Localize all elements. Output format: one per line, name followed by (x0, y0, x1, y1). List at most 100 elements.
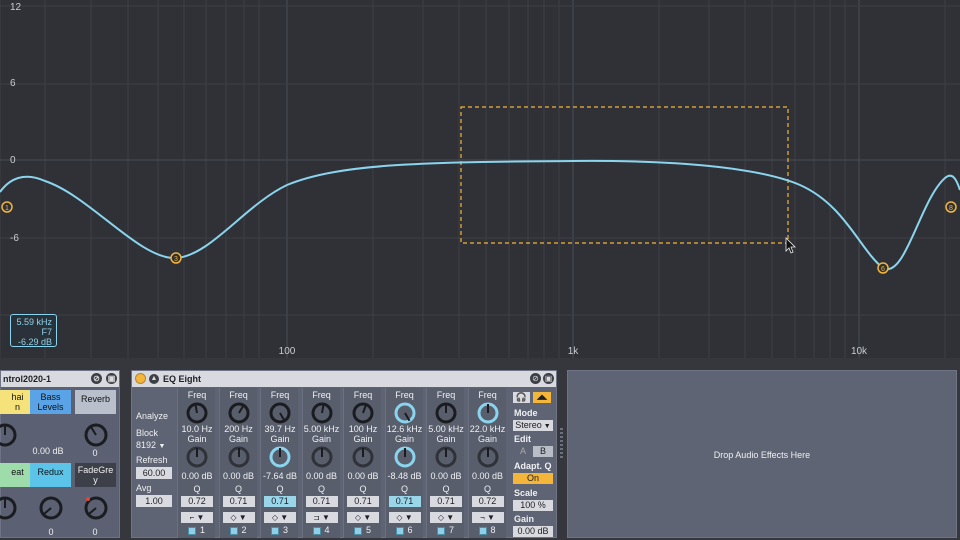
band-q-label: Q (234, 484, 242, 494)
rack-title-bar[interactable]: ntrol2020-1 ⊘ ▣ (1, 371, 119, 387)
rack-macro-knob-4[interactable] (0, 495, 18, 521)
band-enable-checkbox[interactable] (478, 527, 487, 535)
save-preset-icon[interactable]: ▣ (543, 373, 554, 384)
band-gain-label: Gain (394, 434, 414, 444)
band-freq-knob[interactable] (310, 401, 334, 425)
edit-b-button[interactable]: B (533, 446, 553, 457)
device-chain: ntrol2020-1 ⊘ ▣ hai n Bass Levels Reverb… (0, 358, 960, 540)
band-gain-knob[interactable] (434, 445, 458, 469)
fold-triangle-icon[interactable]: ▲ (149, 374, 159, 384)
band-number: 4 (324, 525, 330, 535)
edit-a-button[interactable]: A (513, 446, 533, 457)
hot-swap-icon[interactable]: ⊘ (530, 373, 541, 384)
band-gain-knob[interactable] (393, 445, 417, 469)
device-divider-handle[interactable] (560, 428, 563, 458)
band-q-field[interactable]: 0.71 (430, 496, 462, 507)
refresh-field[interactable]: 60.00 (136, 467, 172, 479)
band-freq-knob[interactable] (434, 401, 458, 425)
band-gain-knob[interactable] (351, 445, 375, 469)
band-filter-type-select[interactable]: ⊐ ▼ (305, 512, 338, 523)
band-number: 1 (200, 525, 206, 535)
band-7: Freq 5.00 kHz Gain 0.00 dB Q 0.71 ◇ ▼ 7 (426, 388, 464, 538)
drum-rack-device: ntrol2020-1 ⊘ ▣ hai n Bass Levels Reverb… (0, 370, 120, 538)
band-gain-knob[interactable] (185, 445, 209, 469)
band-gain-knob[interactable] (268, 445, 292, 469)
band-filter-type-select[interactable]: ¬ ▼ (471, 512, 504, 523)
rack-macro-knob-1[interactable] (0, 422, 18, 448)
device-title: EQ Eight (163, 374, 201, 384)
band-enable-checkbox[interactable] (312, 527, 321, 535)
band-freq-knob[interactable] (393, 401, 417, 425)
avg-field[interactable]: 1.00 (136, 495, 172, 507)
band-filter-type-select[interactable]: ◇ ▼ (347, 512, 379, 523)
output-gain-label: Gain (514, 514, 535, 524)
eq-title-bar[interactable]: ▲ EQ Eight ⊘ ▣ (132, 371, 556, 387)
band-freq-knob[interactable] (351, 401, 375, 425)
band-filter-type-select[interactable]: ◇ ▼ (430, 512, 462, 523)
band-freq-knob[interactable] (185, 401, 209, 425)
hot-swap-icon[interactable]: ⊘ (91, 373, 102, 384)
mode-select[interactable]: Stereo ▼ (513, 420, 553, 431)
band-freq-knob[interactable] (268, 401, 292, 425)
headphone-icon[interactable]: 🎧 (513, 392, 530, 403)
pad-fadegrey[interactable]: FadeGre y (75, 463, 116, 487)
band-enable-checkbox[interactable] (271, 527, 279, 535)
scale-label: Scale (514, 488, 538, 498)
band-freq-knob[interactable] (227, 401, 251, 425)
analyze-label[interactable]: Analyze (136, 411, 168, 421)
band-node-8[interactable]: 8 (945, 201, 957, 213)
band-q-field[interactable]: 0.71 (305, 496, 338, 507)
spectrum-toggle-icon[interactable]: ◢◣ (533, 392, 551, 403)
drop-audio-effects-zone[interactable]: Drop Audio Effects Here (567, 370, 957, 538)
scale-field[interactable]: 100 % (513, 500, 553, 511)
band-q-field[interactable]: 0.71 (347, 496, 379, 507)
band-q-field[interactable]: 0.71 (264, 496, 296, 507)
band-q-field[interactable]: 0.72 (471, 496, 504, 507)
adaptive-q-toggle[interactable]: On (513, 473, 553, 484)
pad-reverb[interactable]: Reverb (75, 390, 116, 414)
band-q-label: Q (442, 484, 450, 494)
eq-spectrum-display[interactable]: 1 3 6 8 6 12 0 -6 100 1k 10k 5.59 kHz F7… (0, 0, 960, 358)
output-gain-field[interactable]: 0.00 dB (513, 526, 553, 537)
rack-macro-knob-5[interactable] (38, 495, 64, 521)
band-freq-knob[interactable] (476, 401, 500, 425)
band-enable-checkbox[interactable] (188, 527, 196, 535)
avg-label: Avg (136, 483, 152, 493)
band-gain-knob[interactable] (227, 445, 251, 469)
block-value: 8192 (136, 440, 157, 450)
band-enable-checkbox[interactable] (354, 527, 362, 535)
band-q-field[interactable]: 0.71 (388, 496, 421, 507)
readout-band: F7 (41, 327, 52, 337)
band-enable-checkbox[interactable] (437, 527, 445, 535)
block-select[interactable]: 8192 ▼ (136, 439, 172, 451)
eq-eight-device: ▲ EQ Eight ⊘ ▣ Analyze Block 8192 ▼ Refr… (131, 370, 557, 538)
device-power-button[interactable] (135, 373, 146, 384)
save-preset-icon[interactable]: ▣ (106, 373, 117, 384)
band-enable-checkbox[interactable] (395, 527, 404, 535)
band-filter-type-select[interactable]: ◇ ▼ (222, 512, 255, 523)
rack-macro-knob-3[interactable] (83, 422, 109, 448)
eq-graph-svg[interactable]: 1 3 6 8 (0, 0, 960, 358)
band-node-3[interactable]: 3 (170, 252, 182, 264)
band-gain-knob[interactable] (310, 445, 334, 469)
band-freq-value: 39.7 Hz (264, 424, 296, 434)
band-gain-label: Gain (270, 434, 290, 444)
chevron-down-icon: ▼ (158, 443, 166, 450)
freq-axis-label-1k: 1k (567, 346, 579, 357)
band-enable-checkbox[interactable] (229, 527, 238, 535)
pad-redux[interactable]: Redux (30, 463, 71, 487)
band-filter-type-select[interactable]: ◇ ▼ (388, 512, 421, 523)
band-gain-knob[interactable] (476, 445, 500, 469)
rack-macro-knob-6[interactable] (83, 495, 109, 521)
pad-bass-levels[interactable]: Bass Levels (30, 390, 71, 414)
band-node-6[interactable]: 6 (877, 262, 889, 274)
selection-rectangle[interactable] (460, 106, 789, 244)
band-q-label: Q (276, 484, 284, 494)
band-q-field[interactable]: 0.71 (222, 496, 255, 507)
band-filter-type-select[interactable]: ⌐ ▼ (181, 512, 213, 523)
adaptive-q-label: Adapt. Q (514, 461, 552, 471)
band-filter-type-select[interactable]: ◇ ▼ (264, 512, 296, 523)
band-gain-value: -7.64 dB (262, 471, 298, 481)
band-node-1[interactable]: 1 (1, 201, 13, 213)
band-q-field[interactable]: 0.72 (181, 496, 213, 507)
